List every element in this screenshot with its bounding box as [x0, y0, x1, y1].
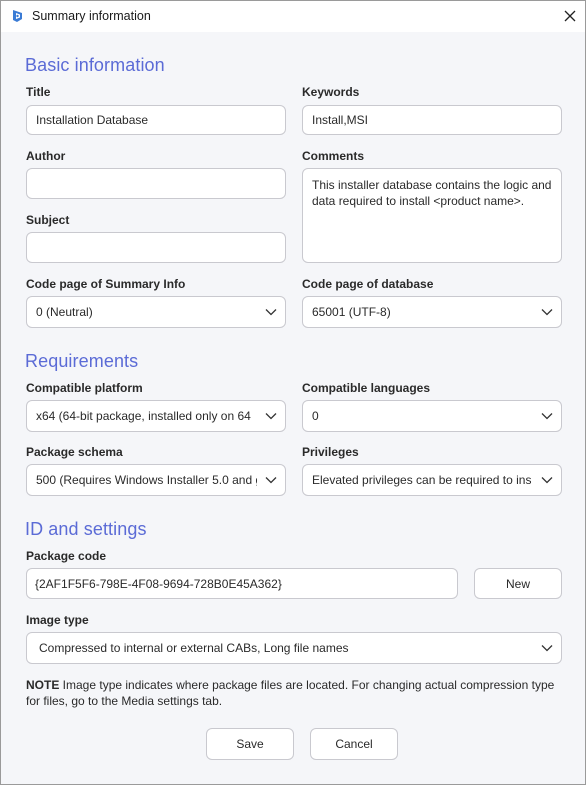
close-icon — [564, 10, 576, 22]
privileges-select[interactable]: Elevated privileges can be required to i… — [302, 464, 562, 496]
app-logo-icon — [11, 9, 25, 23]
cancel-button[interactable]: Cancel — [310, 728, 398, 760]
languages-select[interactable]: 0 — [302, 400, 562, 432]
image-type-note: NOTE Image type indicates where package … — [26, 677, 566, 709]
subject-field[interactable] — [26, 232, 286, 263]
schema-select[interactable]: 500 (Requires Windows Installer 5.0 and … — [26, 464, 286, 496]
schema-label: Package schema — [26, 445, 123, 459]
keywords-field[interactable]: Install,MSI — [302, 105, 562, 135]
summary-information-dialog: Summary information Basic information Ti… — [0, 0, 586, 785]
title-value: Installation Database — [36, 113, 149, 127]
package-code-label: Package code — [26, 549, 107, 563]
platform-select[interactable]: x64 (64-bit package, installed only on 6… — [26, 400, 286, 432]
save-button[interactable]: Save — [206, 728, 294, 760]
keywords-value: Install,MSI — [312, 113, 369, 127]
id-settings-heading: ID and settings — [25, 519, 147, 539]
image-type-value: Compressed to internal or external CABs,… — [39, 641, 349, 655]
languages-value: 0 — [312, 409, 319, 423]
author-field[interactable] — [26, 168, 286, 199]
basic-information-heading: Basic information — [25, 55, 165, 75]
note-prefix: NOTE — [26, 678, 60, 692]
image-type-label: Image type — [26, 613, 89, 627]
note-text: Image type indicates where package files… — [26, 678, 555, 708]
privileges-value: Elevated privileges can be required to i… — [312, 473, 532, 487]
platform-value: x64 (64-bit package, installed only on 6… — [36, 409, 251, 423]
image-type-select[interactable]: Compressed to internal or external CABs,… — [26, 632, 562, 664]
chevron-down-icon — [265, 309, 277, 316]
chevron-down-icon — [541, 413, 553, 420]
title-label: Title — [26, 85, 51, 99]
comments-value: This installer database contains the log… — [312, 178, 552, 208]
title-field[interactable]: Installation Database — [26, 105, 286, 135]
requirements-heading: Requirements — [25, 351, 139, 371]
platform-label: Compatible platform — [26, 381, 143, 395]
privileges-label: Privileges — [302, 445, 359, 459]
window-title: Summary information — [32, 9, 151, 23]
chevron-down-icon — [541, 477, 553, 484]
comments-label: Comments — [302, 149, 365, 163]
package-code-field[interactable]: {2AF1F5F6-798E-4F08-9694-728B0E45A362} — [26, 568, 458, 599]
chevron-down-icon — [265, 413, 277, 420]
new-package-code-button[interactable]: New — [474, 568, 562, 599]
subject-label: Subject — [26, 213, 70, 227]
schema-value: 500 (Requires Windows Installer 5.0 and … — [36, 473, 257, 487]
languages-label: Compatible languages — [302, 381, 431, 395]
chevron-down-icon — [265, 477, 277, 484]
close-button[interactable] — [555, 1, 585, 31]
codepage-summary-label: Code page of Summary Info — [26, 277, 186, 291]
codepage-db-value: 65001 (UTF-8) — [312, 305, 391, 319]
title-bar: Summary information — [1, 1, 585, 32]
codepage-summary-select[interactable]: 0 (Neutral) — [26, 296, 286, 328]
package-code-value: {2AF1F5F6-798E-4F08-9694-728B0E45A362} — [35, 576, 282, 591]
codepage-summary-value: 0 (Neutral) — [36, 305, 93, 319]
chevron-down-icon — [541, 645, 553, 652]
codepage-db-select[interactable]: 65001 (UTF-8) — [302, 296, 562, 328]
author-label: Author — [26, 149, 66, 163]
comments-field[interactable]: This installer database contains the log… — [302, 168, 562, 263]
codepage-db-label: Code page of database — [302, 277, 434, 291]
keywords-label: Keywords — [302, 85, 360, 99]
chevron-down-icon — [541, 309, 553, 316]
